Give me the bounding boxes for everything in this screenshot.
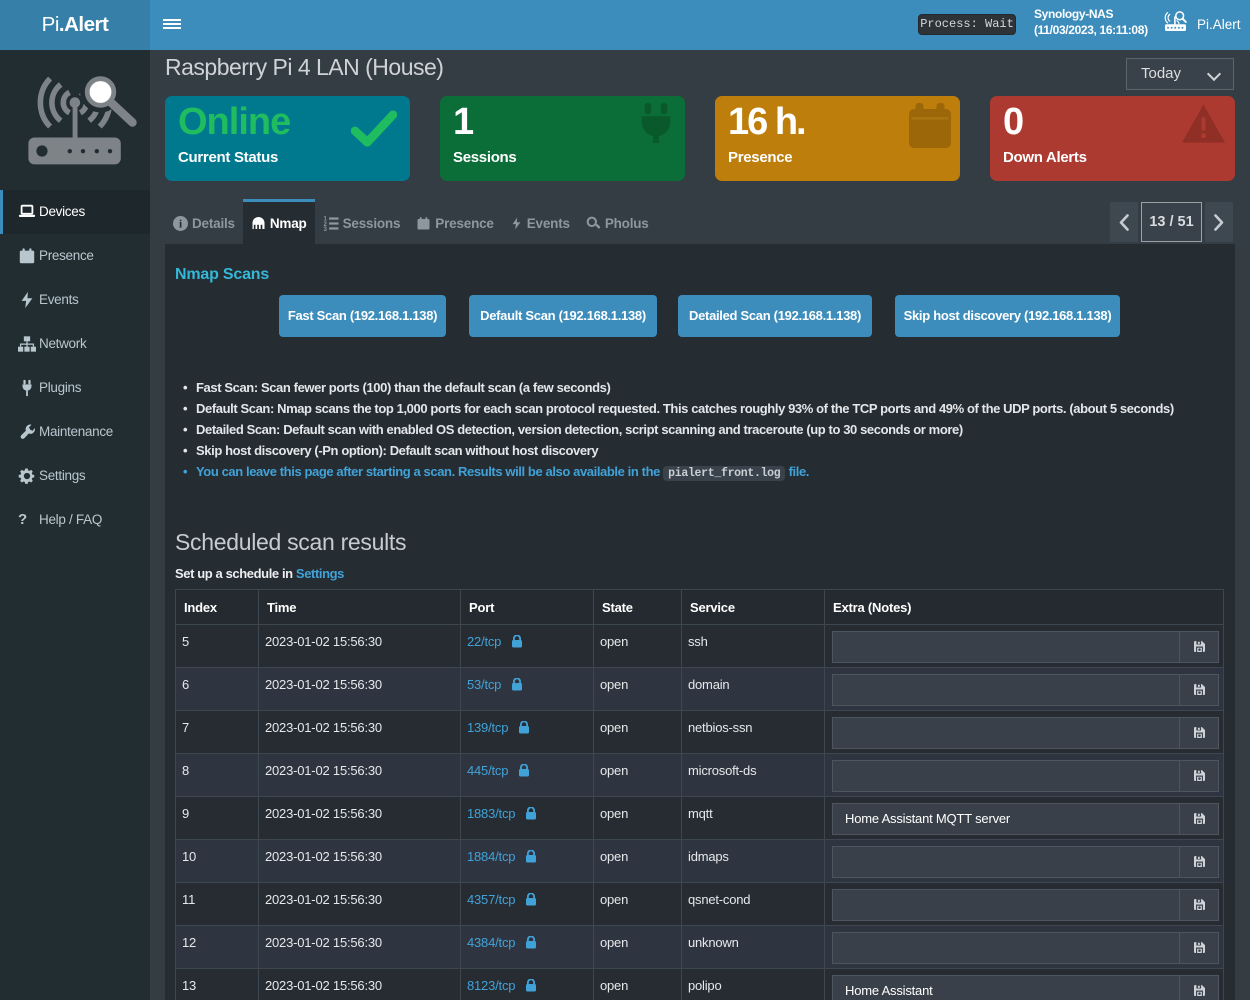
svg-text:i: i (179, 218, 182, 230)
svg-text:3: 3 (323, 226, 327, 231)
